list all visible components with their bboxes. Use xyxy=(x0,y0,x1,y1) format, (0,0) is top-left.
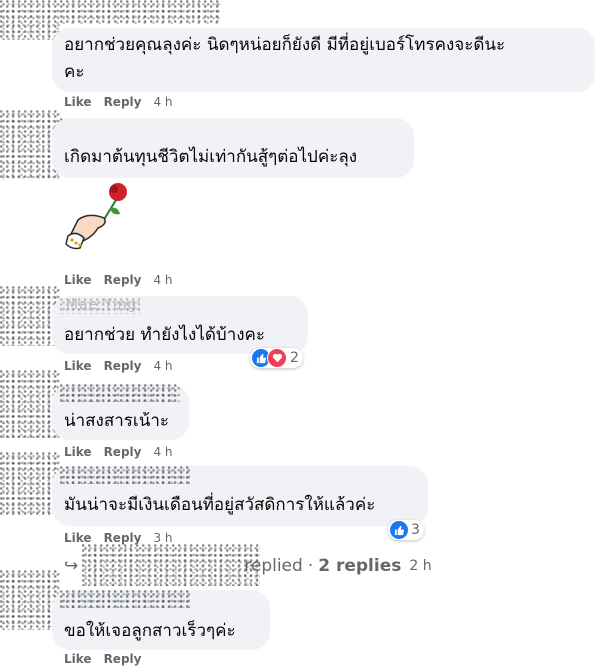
blurred-name-4 xyxy=(60,384,180,402)
view-replies-link[interactable]: ↪ replied · 2 replies 2 h xyxy=(64,556,432,576)
reply-button[interactable]: Reply xyxy=(104,445,142,459)
comment-text-1-line2: คะ xyxy=(64,62,85,82)
reply-button[interactable]: Reply xyxy=(104,273,142,287)
like-reaction-icon xyxy=(390,521,408,539)
replies-time: 2 h xyxy=(409,558,432,574)
like-button[interactable]: Like xyxy=(64,445,92,459)
reply-button[interactable]: Reply xyxy=(104,652,142,666)
reply-button[interactable]: Reply xyxy=(104,95,142,109)
comment-actions-1: Like Reply 4 h xyxy=(64,95,173,109)
like-button[interactable]: Like xyxy=(64,95,92,109)
comment-time[interactable]: 3 h xyxy=(153,531,172,545)
comment-text-2: เกิดมาต้นทุนชีวิตไม่เท่ากันสู้ๆต่อไปค่ะล… xyxy=(64,147,358,167)
like-button[interactable]: Like xyxy=(64,273,92,287)
blurred-avatar-2 xyxy=(0,110,60,180)
blurred-avatar-5 xyxy=(0,452,60,516)
comment-actions-6: Like Reply xyxy=(64,652,141,666)
comment-text-4: น่าสงสารเน้าะ xyxy=(64,411,170,431)
reaction-summary-5[interactable]: 3 xyxy=(388,520,424,540)
comment-time[interactable]: 4 h xyxy=(153,445,172,459)
comment-time[interactable]: 4 h xyxy=(153,359,172,373)
comment-actions-4: Like Reply 4 h xyxy=(64,445,173,459)
comment-actions-3: Like Reply 4 h xyxy=(64,359,173,373)
blurred-name-6 xyxy=(60,590,190,608)
blurred-avatar-1 xyxy=(0,0,60,40)
replies-count[interactable]: 2 replies xyxy=(318,556,401,576)
blurred-avatar-3 xyxy=(0,286,60,346)
comment-text-5: มันน่าจะมีเงินเดือนที่อยู่สวัสดิการให้แล… xyxy=(64,495,376,515)
love-reaction-icon xyxy=(267,348,287,368)
comment-text-6: ขอให้เจอลูกสาวเร็วๆค่ะ xyxy=(64,621,236,641)
commenter-name-faint: Mae Ying xyxy=(66,297,138,313)
comment-text-1-line1: อยากช่วยคุณลุงค่ะ นิดๆหน่อยก็ยังดี มีที่… xyxy=(64,35,506,55)
reaction-count: 2 xyxy=(290,350,299,366)
comment-actions-2: Like Reply 4 h xyxy=(64,273,173,287)
comment-actions-5: Like Reply 3 h xyxy=(64,531,173,545)
reaction-summary-3[interactable]: 2 xyxy=(250,348,303,368)
reply-arrow-icon: ↪ xyxy=(64,556,79,576)
hand-holding-rose-sticker xyxy=(58,180,138,256)
reaction-count: 3 xyxy=(411,522,420,538)
blurred-avatar-4 xyxy=(0,370,60,438)
like-button[interactable]: Like xyxy=(64,359,92,373)
comment-text-3: อยากช่วย ทำยังไงได้บ้างคะ xyxy=(64,325,266,345)
replied-text: replied xyxy=(244,556,303,576)
like-button[interactable]: Like xyxy=(64,531,92,545)
comment-time[interactable]: 4 h xyxy=(153,273,172,287)
like-button[interactable]: Like xyxy=(64,652,92,666)
blurred-name-5 xyxy=(60,466,190,484)
comment-time[interactable]: 4 h xyxy=(153,95,172,109)
blurred-avatar-6 xyxy=(0,570,60,630)
reply-button[interactable]: Reply xyxy=(104,531,142,545)
blurred-name-1 xyxy=(60,0,220,24)
reply-button[interactable]: Reply xyxy=(104,359,142,373)
